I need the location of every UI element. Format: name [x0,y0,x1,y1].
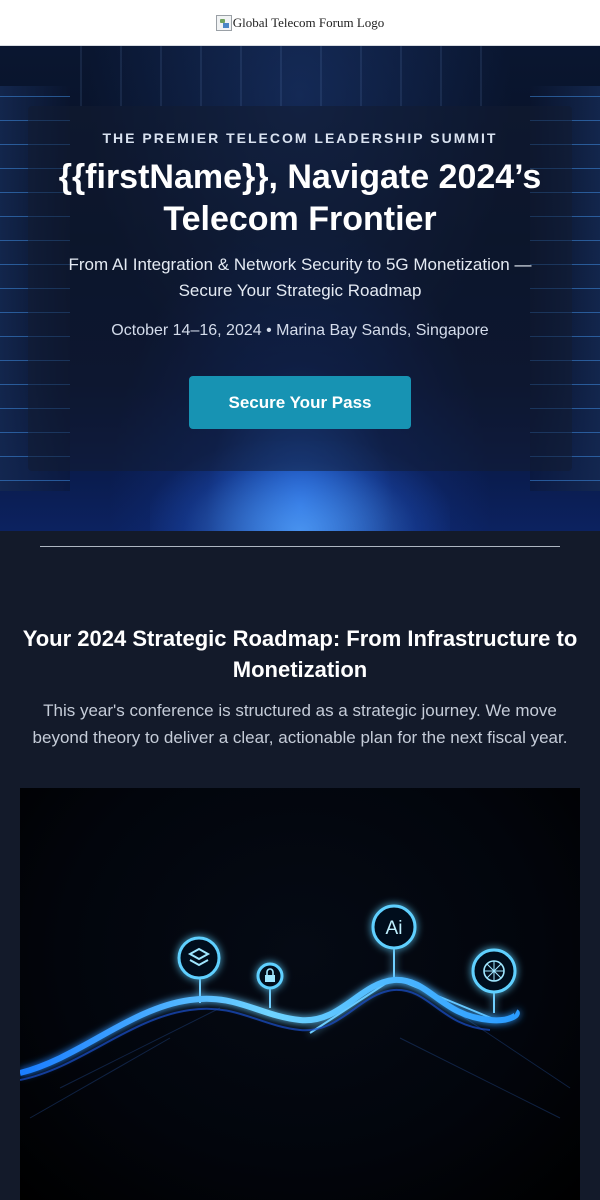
roadmap-illustration: Ai [20,788,580,1200]
roadmap-heading: Your 2024 Strategic Roadmap: From Infras… [22,626,578,682]
email-header: Global Telecom Forum Logo [0,0,600,46]
roadmap-section: Your 2024 Strategic Roadmap: From Infras… [0,623,600,751]
logo[interactable]: Global Telecom Forum Logo [215,14,385,31]
ai-badge-text: Ai [386,918,403,939]
ai-connector-lines [199,948,497,1034]
broken-image-icon [215,14,232,31]
hero-title: {{firstName}}, Navigate 2024’s Telecom F… [58,158,542,238]
roadmap-illustration-svg: Ai [20,904,571,1119]
roadmap-body: This year's conference is structured as … [32,701,568,747]
network-lines [29,1007,571,1119]
logo-alt-text: Global Telecom Forum Logo [232,14,385,30]
layers-icon [177,936,221,980]
globe-icon [471,948,517,994]
roadmap-wave-shadow [20,988,491,1081]
hero-content: THE PREMIER TELECOM LEADERSHIP SUMMIT {{… [0,46,600,429]
secure-pass-button[interactable]: Secure Your Pass [189,376,411,429]
lock-icon [256,962,284,990]
section-divider [40,546,560,547]
hero-subtitle: From AI Integration & Network Security t… [68,255,532,300]
event-date-location: October 14–16, 2024 • Marina Bay Sands, … [111,322,489,339]
hero-banner: THE PREMIER TELECOM LEADERSHIP SUMMIT {{… [0,46,600,531]
ai-icon: Ai [371,904,417,950]
hero-kicker: THE PREMIER TELECOM LEADERSHIP SUMMIT [102,130,498,146]
